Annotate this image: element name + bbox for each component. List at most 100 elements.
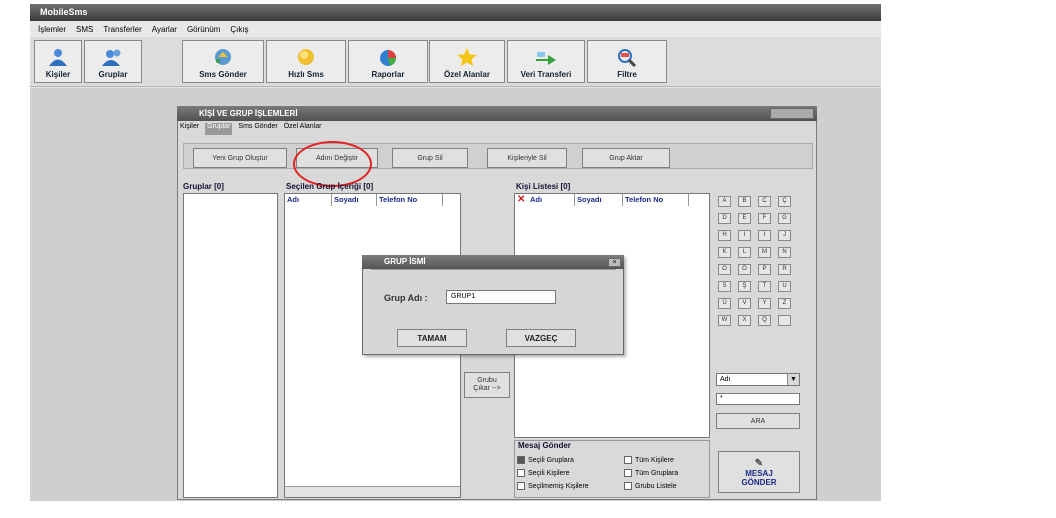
alphabet-key[interactable]: M (758, 247, 771, 258)
toolbar-ozel-alanlar-button[interactable]: Özel Alanlar (429, 40, 505, 83)
close-x-icon[interactable]: ✕ (517, 194, 525, 206)
tab-kisiler[interactable]: Kişiler (180, 123, 199, 135)
new-group-button[interactable]: Yeni Grup Oluştur (193, 148, 287, 168)
cancel-button[interactable]: VAZGEÇ (506, 329, 576, 347)
person-icon (49, 49, 67, 66)
groups-list[interactable] (183, 193, 278, 498)
search-input[interactable]: * (716, 393, 800, 405)
send-message-button[interactable]: ✎ MESAJ GÖNDER (718, 451, 800, 493)
alphabet-key[interactable]: Ö (738, 264, 751, 275)
alphabet-key[interactable]: O (718, 264, 731, 275)
alphabet-key[interactable]: W (718, 315, 731, 326)
alphabet-key[interactable]: N (778, 247, 791, 258)
send-icon: ✎ (754, 457, 764, 469)
alphabet-key[interactable]: F (758, 213, 771, 224)
alphabet-key[interactable]: Ü (718, 298, 731, 309)
dialog-divider (371, 269, 616, 270)
option-secili-gruplara[interactable]: Seçili Gruplara (517, 454, 589, 467)
reports-icon (380, 50, 396, 66)
fast-sms-icon (298, 49, 314, 65)
alphabet-key[interactable]: X (738, 315, 751, 326)
option-grubu-listele[interactable]: Grubu Listele (624, 480, 678, 493)
option-secili-kisilere[interactable]: Seçili Kişilere (517, 467, 589, 480)
alphabet-key[interactable]: P (758, 264, 771, 275)
groups-window-titlebar: KİŞİ VE GRUP İŞLEMLERİ (177, 106, 817, 121)
delete-with-contacts-button[interactable]: Kişileriyle Sil (487, 148, 567, 168)
ok-button[interactable]: TAMAM (397, 329, 467, 347)
close-icon[interactable]: × (608, 258, 621, 267)
groups-label: Gruplar [0] (183, 182, 224, 191)
message-section-label: Mesaj Gönder (518, 441, 571, 450)
checkbox[interactable] (624, 482, 632, 491)
options-right: Tüm Kişilere Tüm Gruplara Grubu Listele (624, 454, 678, 493)
tab-sms-gonder[interactable]: Sms Gönder (238, 123, 277, 135)
alphabet-key[interactable]: R (778, 264, 791, 275)
alphabet-key[interactable]: Ş (738, 281, 751, 292)
menu-ayarlar[interactable]: Ayarlar (152, 25, 177, 34)
alphabet-key[interactable]: Z (778, 298, 791, 309)
contacts-label: Kişi Listesi [0] (516, 182, 571, 191)
checkbox[interactable] (624, 456, 632, 465)
alphabet-key[interactable]: V (738, 298, 751, 309)
toolbar-veri-transferi-button[interactable]: Veri Transferi (507, 40, 585, 83)
alphabet-key[interactable]: B (738, 196, 751, 207)
column-telefon[interactable]: Telefon No (377, 194, 443, 206)
tab-gruplar[interactable]: Gruplar (205, 123, 233, 135)
toolbar-raporlar-button[interactable]: Raporlar (348, 40, 428, 83)
toolbar-gruplar-button[interactable]: Gruplar (84, 40, 142, 83)
alphabet-key[interactable] (778, 315, 791, 326)
toolbar-filtre-button[interactable]: Filtre (587, 40, 667, 83)
alphabet-key[interactable]: A (718, 196, 731, 207)
alphabet-key[interactable]: S (718, 281, 731, 292)
menu-transferler[interactable]: Transferler (103, 25, 141, 34)
checkbox[interactable] (517, 469, 525, 478)
alphabet-key[interactable]: H (718, 230, 731, 241)
alphabet-key[interactable]: Y (758, 298, 771, 309)
group-name-input[interactable]: GRUP1 (446, 290, 556, 304)
alphabet-key[interactable]: I (738, 230, 751, 241)
alphabet-key[interactable]: İ (758, 230, 771, 241)
option-tum-kisilere[interactable]: Tüm Kişilere (624, 454, 678, 467)
alphabet-key[interactable]: D (718, 213, 731, 224)
alphabet-key[interactable]: Q (758, 315, 771, 326)
menu-sms[interactable]: SMS (76, 25, 93, 34)
toolbar: Kişiler Gruplar Sms Gönder Hızlı Sms Rap… (30, 37, 881, 87)
contacts-column-adi[interactable]: Adı (528, 194, 575, 206)
alphabet-key[interactable]: L (738, 247, 751, 258)
toolbar-hizli-sms-button[interactable]: Hızlı Sms (266, 40, 346, 83)
toolbar-kisiler-button[interactable]: Kişiler (34, 40, 82, 83)
alphabet-key[interactable]: C (758, 196, 771, 207)
export-group-button[interactable]: Grup Aktar (582, 148, 670, 168)
column-soyadi[interactable]: Soyadı (332, 194, 377, 206)
alphabet-key[interactable]: G (778, 213, 791, 224)
checkbox[interactable] (517, 482, 525, 491)
alphabet-key[interactable]: J (778, 230, 791, 241)
star-icon (457, 48, 477, 66)
search-button[interactable]: ARA (716, 413, 800, 429)
group-icon (102, 49, 121, 66)
menu-islemler[interactable]: İşlemler (38, 25, 66, 34)
window-controls[interactable] (770, 108, 814, 119)
menu-cikis[interactable]: Çıkış (230, 25, 248, 34)
checkbox[interactable] (624, 469, 632, 478)
search-field-select[interactable]: Adı ▼ (716, 373, 800, 386)
menu-gorunum[interactable]: Görünüm (187, 25, 220, 34)
transfer-icon (536, 52, 556, 65)
column-adi[interactable]: Adı (285, 194, 332, 206)
alphabet-key[interactable]: T (758, 281, 771, 292)
option-tum-gruplara[interactable]: Tüm Gruplara (624, 467, 678, 480)
contacts-column-soyadi[interactable]: Soyadı (575, 194, 623, 206)
remove-from-group-button[interactable]: Grubu Çıkar --> (464, 372, 510, 398)
option-secilmemis-kisilere[interactable]: Seçilmemiş Kişilere (517, 480, 589, 493)
tab-ozel-alanlar[interactable]: Özel Alanlar (284, 123, 322, 135)
alphabet-key[interactable]: Ç (778, 196, 791, 207)
alphabet-key[interactable]: E (738, 213, 751, 224)
delete-group-button[interactable]: Grup Sil (392, 148, 468, 168)
contacts-column-telefon[interactable]: Telefon No (623, 194, 689, 206)
alphabet-key[interactable]: U (778, 281, 791, 292)
horizontal-scrollbar[interactable] (285, 486, 460, 497)
toolbar-sms-gonder-button[interactable]: Sms Gönder (182, 40, 264, 83)
alphabet-key[interactable]: K (718, 247, 731, 258)
checkbox-checked[interactable] (517, 456, 525, 465)
chevron-down-icon[interactable]: ▼ (787, 374, 799, 385)
